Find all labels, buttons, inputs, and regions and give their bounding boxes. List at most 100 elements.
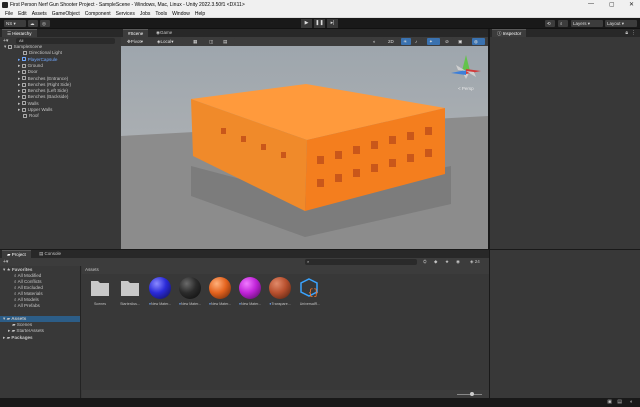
filter-label-icon[interactable]: ◆	[434, 259, 437, 265]
hidden-objects-icon[interactable]: ⊘	[443, 38, 453, 45]
hierarchy-item-label: Roof	[29, 113, 39, 119]
tab-inspector[interactable]: ⓘ Inspector	[492, 29, 527, 37]
space-dropdown[interactable]: ◈Local▾	[155, 38, 183, 45]
status-progress-icon[interactable]: ◐	[630, 399, 633, 405]
more-options-icon[interactable]: ⋮	[631, 30, 636, 36]
favorites-item-label: All Conflicts	[17, 279, 42, 284]
asset-item[interactable]: Scenes	[86, 277, 114, 306]
main-toolbar: NS ▾ ☁ ◎ ▶ ❚❚ ▸| ⟲ ⌕ Layers ▾ Layout ▾	[0, 18, 640, 29]
pivot-label: Pivot	[130, 39, 141, 44]
scene-tabstrip: #Scene ◉Game	[121, 29, 488, 37]
menu-edit[interactable]: Edit	[18, 11, 27, 17]
hierarchy-item-label: Walls	[27, 100, 39, 106]
account-button[interactable]: NS ▾	[4, 20, 26, 27]
scene-name: SampleScene	[13, 44, 43, 49]
filter-type-icon[interactable]: ⛭	[423, 259, 427, 264]
snap-increment-icon[interactable]: ◫	[207, 38, 220, 45]
add-asset-icon[interactable]: +▾	[3, 259, 8, 265]
collab-icon[interactable]: ◎	[40, 20, 50, 27]
assets-subfolder[interactable]: ▸ ▰ StarterAssets	[8, 328, 44, 334]
layers-label: Layers	[573, 21, 587, 26]
cloud-icon[interactable]: ☁	[28, 20, 38, 27]
play-button[interactable]: ▶	[301, 19, 312, 28]
lock-icon[interactable]: 🔒︎	[625, 30, 628, 36]
menu-assets[interactable]: Assets	[32, 11, 47, 17]
minimize-button[interactable]: —	[588, 1, 594, 7]
favorite-icon[interactable]: ★	[445, 259, 449, 265]
hierarchy-search-placeholder: All	[19, 38, 24, 43]
audio-toggle-icon[interactable]: ♪	[413, 38, 423, 45]
draw-mode-icon[interactable]: ◐	[371, 38, 384, 45]
asset-item[interactable]: ●New Mater...	[176, 277, 204, 306]
favorites-item[interactable]: ⌕ All Prefabs	[14, 303, 40, 308]
tab-console[interactable]: ▤ Console	[34, 250, 66, 258]
hierarchy-item-label: Benches (Backside)	[27, 94, 69, 100]
menu-jobs[interactable]: Jobs	[140, 11, 151, 17]
cube-icon	[21, 76, 26, 81]
menu-component[interactable]: Component	[85, 11, 111, 17]
asset-label-text: New Mater...	[181, 302, 202, 306]
tab-scene[interactable]: #Scene	[123, 29, 149, 37]
menu-file[interactable]: File	[5, 11, 13, 17]
menu-services[interactable]: Services	[116, 11, 135, 17]
favorites-item-label: All Modified	[17, 273, 42, 278]
maximize-button[interactable]: ▢	[609, 1, 615, 8]
grid-snap-icon[interactable]: ▦	[191, 38, 204, 45]
hierarchy-item[interactable]: Roof	[0, 113, 121, 119]
asset-item[interactable]: StarterAss...	[116, 277, 144, 306]
step-button[interactable]: ▸|	[327, 19, 338, 28]
visibility-icon[interactable]: ◉	[456, 259, 460, 265]
status-cache-icon[interactable]: ▤	[617, 399, 622, 405]
favorites-item[interactable]: ⌕ All Models	[14, 297, 39, 302]
search-icon[interactable]: ⌕	[558, 20, 568, 27]
asset-label: ●New Mater...	[146, 302, 174, 306]
cube-icon	[23, 51, 27, 56]
project-tabstrip: ▰ Project ▤ Console	[0, 250, 489, 258]
asset-item[interactable]: ●New Mater...	[146, 277, 174, 306]
layout-dropdown[interactable]: Layout ▾	[605, 20, 637, 27]
menu-help[interactable]: Help	[195, 11, 205, 17]
history-icon[interactable]: ⟲	[545, 20, 555, 27]
2d-toggle-icon[interactable]: 2D	[386, 38, 399, 45]
packages-folder[interactable]: ▸ ▰ Packages	[3, 335, 33, 341]
project-search-input[interactable]: ⌕	[305, 259, 417, 265]
favorites-item[interactable]: ⌕ All Materials	[14, 291, 43, 296]
asset-item[interactable]: ●New Mater...	[206, 277, 234, 306]
cube-icon	[21, 69, 26, 74]
layers-dropdown[interactable]: Layers ▾	[571, 20, 603, 27]
tab-hierarchy[interactable]: ☰ Hierarchy	[2, 29, 37, 37]
unity-logo-icon	[2, 2, 8, 8]
menu-gameobject[interactable]: GameObject	[52, 11, 80, 17]
effects-toggle-icon[interactable]: ✦	[427, 38, 440, 45]
folder-icon	[89, 277, 111, 299]
asset-item[interactable]: ●Transpare...	[266, 277, 294, 306]
favorites-item[interactable]: ⌕ All Modified	[14, 273, 41, 278]
menu-window[interactable]: Window	[172, 11, 190, 17]
tab-project[interactable]: ▰ Project	[2, 250, 31, 258]
material-sphere-icon	[209, 277, 231, 299]
inspector-tabstrip: ⓘ Inspector 🔒︎ ⋮	[490, 29, 640, 37]
asset-item[interactable]: ●New Mater...	[236, 277, 264, 306]
camera-icon[interactable]: ▣	[456, 38, 469, 45]
tab-game[interactable]: ◉Game	[151, 29, 177, 37]
pause-button[interactable]: ❚❚	[314, 19, 325, 28]
gizmos-icon[interactable]: ◍	[472, 38, 485, 45]
lighting-toggle-icon[interactable]: ☀	[401, 38, 411, 45]
favorites-item[interactable]: ⌕ All Conflicts	[14, 279, 42, 284]
zoom-slider-handle[interactable]	[470, 392, 474, 396]
assets-subfolder-label: StarterAssets	[16, 328, 44, 333]
breadcrumb-label[interactable]: Assets	[85, 267, 99, 272]
grid-visibility-icon[interactable]: ▤	[221, 38, 235, 45]
unity-scene-icon	[7, 44, 12, 49]
hierarchy-item-label: Benches (Right Side)	[27, 81, 72, 87]
asset-label-text: New Mater...	[241, 302, 262, 306]
menu-tools[interactable]: Tools	[155, 11, 167, 17]
status-diagnostics-icon[interactable]: ▣	[607, 399, 612, 405]
pivot-dropdown[interactable]: ✥Pivot▾	[125, 38, 153, 45]
material-sphere-icon	[269, 277, 291, 299]
scene-viewport[interactable]: < Persp	[121, 46, 488, 249]
asset-item[interactable]: {} UniversalR...	[296, 277, 324, 306]
favorites-item[interactable]: ⌕ All Excluded	[14, 285, 43, 290]
perspective-label[interactable]: < Persp	[458, 86, 474, 91]
close-button[interactable]: ✕	[629, 1, 634, 8]
